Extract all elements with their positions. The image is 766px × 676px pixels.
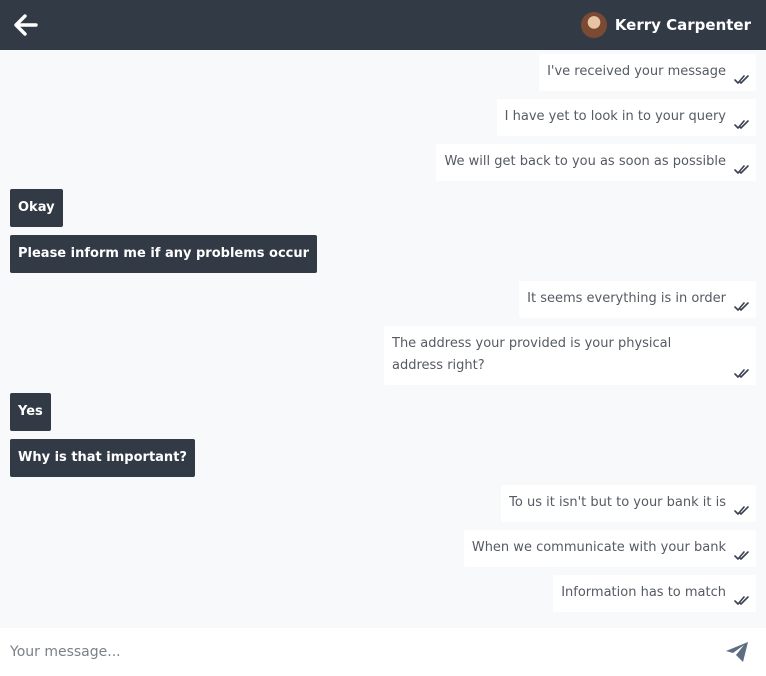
avatar	[580, 12, 607, 38]
message-bubble: The address your provided is your physic…	[384, 326, 756, 385]
back-button[interactable]	[12, 11, 40, 39]
message-bubble: To us it isn't but to your bank it is	[501, 485, 756, 522]
message-text: I've received your message	[547, 64, 726, 79]
paper-plane-icon	[726, 642, 748, 662]
message-input[interactable]	[10, 644, 724, 660]
received-message: Okay	[10, 189, 756, 227]
double-check-icon	[734, 506, 749, 515]
message-bubble: It seems everything is in order	[519, 281, 756, 318]
sent-message: It seems everything is in order	[10, 281, 756, 318]
message-text: The address your provided is your physic…	[392, 336, 672, 373]
double-check-icon	[734, 369, 749, 378]
message-text: We will get back to you as soon as possi…	[444, 154, 726, 169]
sent-message: To us it isn't but to your bank it is	[10, 485, 756, 522]
sent-message: I've received your message	[10, 54, 756, 91]
received-message: Why is that important?	[10, 439, 756, 477]
message-text: I have yet to look in to your query	[504, 109, 726, 124]
double-check-icon	[734, 302, 749, 311]
send-button[interactable]	[724, 639, 750, 665]
message-bubble: Why is that important?	[10, 439, 195, 477]
sent-message: When we communicate with your bank	[10, 530, 756, 567]
message-composer	[0, 628, 766, 676]
sent-message: We will get back to you as soon as possi…	[10, 144, 756, 181]
contact-info[interactable]: Kerry Carpenter	[580, 12, 751, 38]
sent-message: The address your provided is your physic…	[10, 326, 756, 385]
message-text: Why is that important?	[18, 450, 187, 465]
message-text: Please inform me if any problems occur	[18, 246, 310, 261]
double-check-icon	[734, 551, 749, 560]
message-text: Yes	[18, 404, 43, 419]
message-bubble: When we communicate with your bank	[463, 530, 756, 567]
message-bubble: I've received your message	[539, 54, 756, 91]
chat-header: Kerry Carpenter	[0, 0, 766, 50]
double-check-icon	[734, 165, 749, 174]
received-message: Yes	[10, 393, 756, 431]
message-text: It seems everything is in order	[527, 291, 726, 306]
double-check-icon	[734, 75, 749, 84]
message-text: Information has to match	[561, 585, 726, 600]
arrow-left-icon	[14, 14, 38, 36]
message-bubble: Information has to match	[553, 575, 756, 612]
contact-name: Kerry Carpenter	[614, 16, 751, 34]
received-message: Please inform me if any problems occur	[10, 235, 756, 273]
message-bubble: Okay	[10, 189, 63, 227]
sent-message: Information has to match	[10, 575, 756, 612]
double-check-icon	[734, 120, 749, 129]
sent-message: I have yet to look in to your query	[10, 99, 756, 136]
message-list: I've received your message I have yet to …	[0, 50, 766, 628]
message-bubble: Yes	[10, 393, 51, 431]
message-bubble: Please inform me if any problems occur	[10, 235, 318, 273]
message-bubble: I have yet to look in to your query	[496, 99, 756, 136]
double-check-icon	[734, 596, 749, 605]
message-bubble: We will get back to you as soon as possi…	[436, 144, 756, 181]
message-text: When we communicate with your bank	[471, 540, 726, 555]
message-text: To us it isn't but to your bank it is	[509, 495, 726, 510]
message-text: Okay	[18, 200, 55, 215]
